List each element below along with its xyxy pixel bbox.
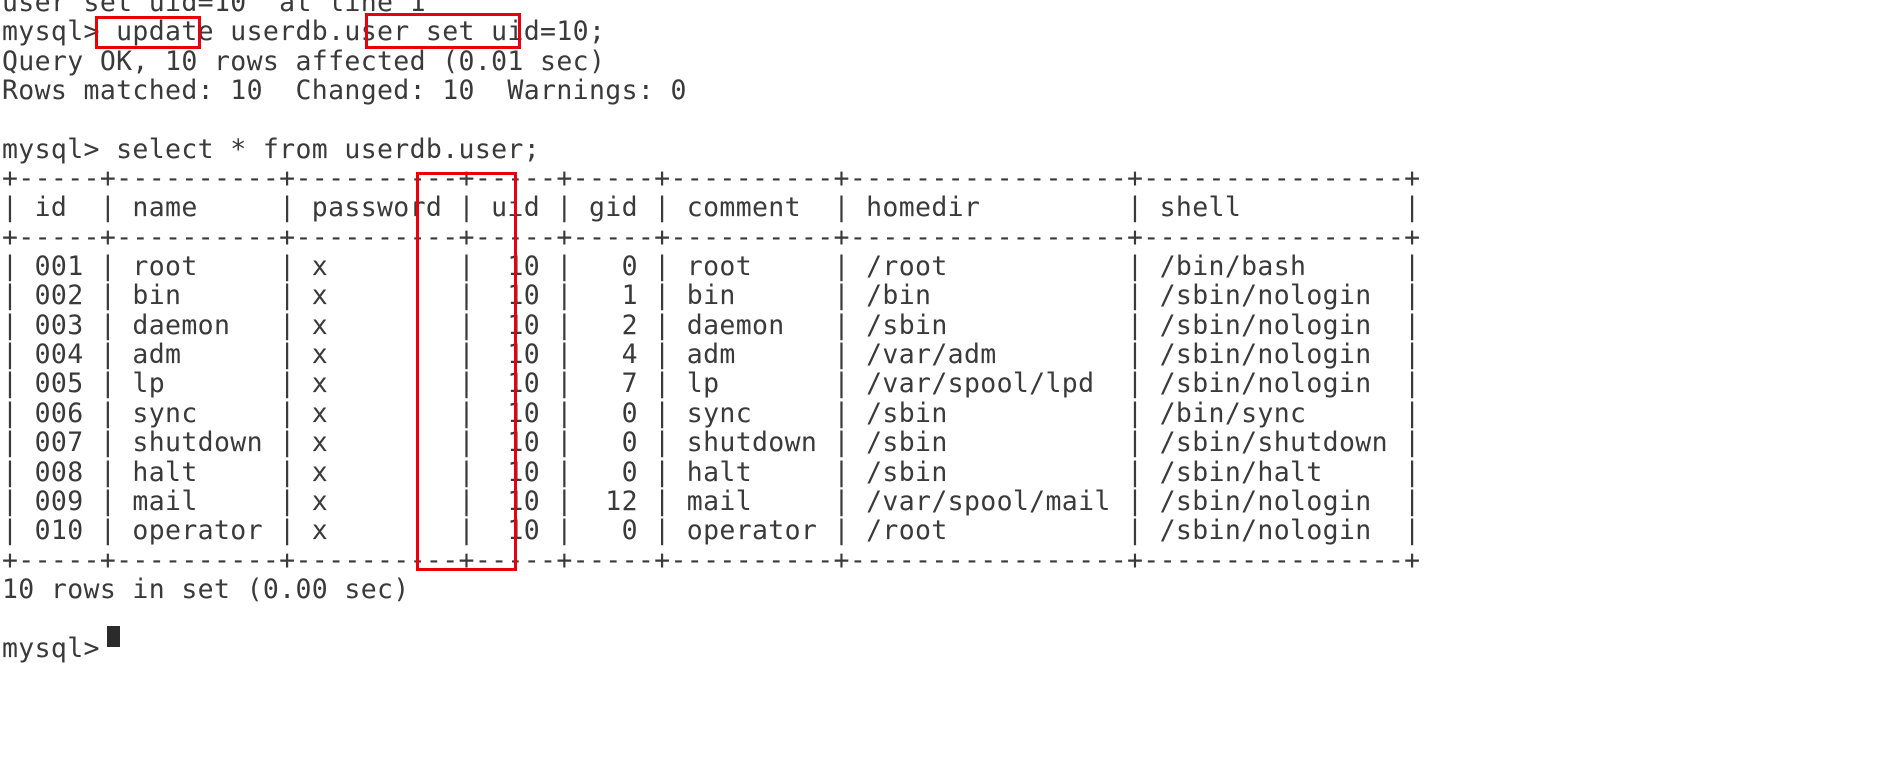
terminal-window[interactable]: user set uid=10' at line 1 mysql> update… — [0, 0, 1877, 771]
console-output: user set uid=10' at line 1 mysql> update… — [2, 0, 1421, 664]
terminal-cursor — [107, 626, 120, 647]
